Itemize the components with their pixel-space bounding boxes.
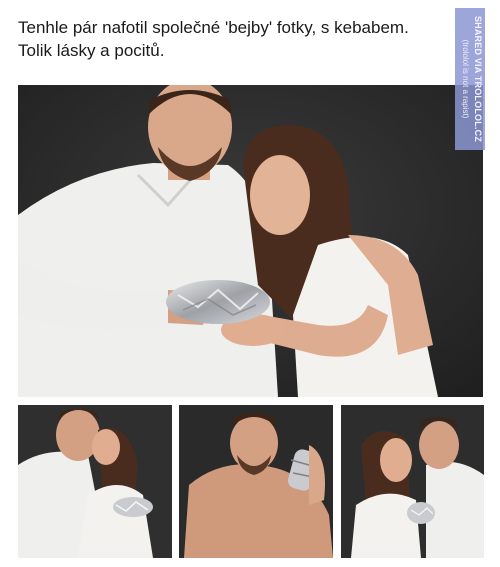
bottom-photo-kissing-illustration [18, 405, 172, 558]
watermark-badge: SHARED VIA TROLOLOL.CZ (trololol is not … [455, 8, 485, 150]
caption-line-2: Tolik lásky a pocitů. [18, 41, 165, 60]
watermark-text: SHARED VIA TROLOLOL.CZ (trololol is not … [455, 8, 485, 150]
bottom-photo-foreheads [341, 405, 484, 558]
watermark-line-1: SHARED VIA TROLOLOL.CZ [473, 15, 483, 143]
main-photo [18, 85, 483, 397]
bottom-photo-shirtless [179, 405, 333, 558]
bottom-photo-shirtless-illustration [179, 405, 333, 558]
post-caption: Tenhle pár nafotil společné 'bejby' fotk… [18, 16, 478, 62]
main-photo-illustration [18, 85, 483, 397]
bottom-photo-foreheads-illustration [341, 405, 484, 558]
watermark-line-2: (trololol is not a rapist) [461, 39, 470, 119]
bottom-photo-kissing [18, 405, 172, 558]
caption-line-1: Tenhle pár nafotil společné 'bejby' fotk… [18, 18, 409, 37]
